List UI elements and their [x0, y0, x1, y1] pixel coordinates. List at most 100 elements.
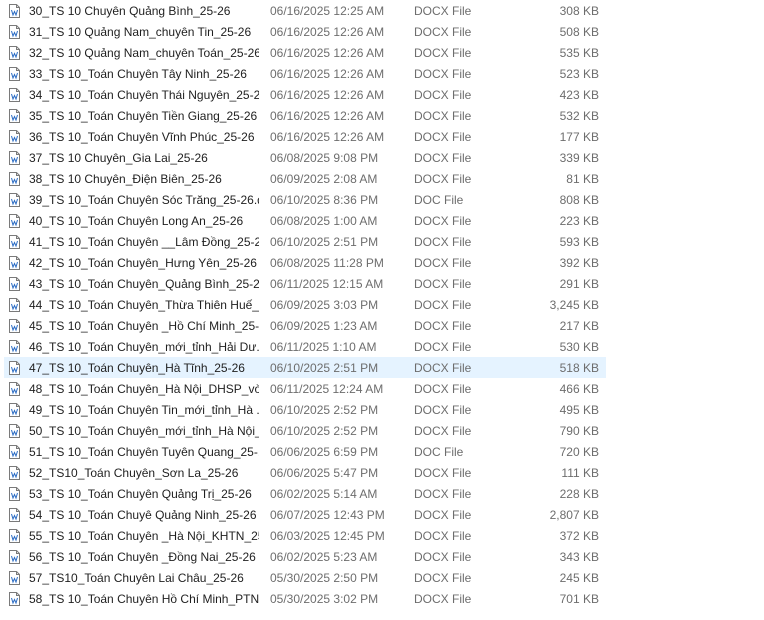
document-file-icon — [9, 592, 20, 606]
document-file-icon — [9, 130, 20, 144]
file-row[interactable]: 49_TS 10_Toán Chuyên Tin_mới_tỉnh_Hà ...… — [4, 399, 606, 420]
file-row[interactable]: 46_TS 10_Toán Chuyên_mới_tỉnh_Hải Dư... … — [4, 336, 606, 357]
file-name: 39_TS 10_Toán Chuyên Sóc Trăng_25-26.d..… — [29, 193, 259, 207]
file-date-modified: 06/09/2025 2:08 AM — [270, 172, 378, 186]
file-row[interactable]: 54_TS 10_Toán Chuyê Quảng Ninh_25-26 06/… — [4, 504, 606, 525]
file-name: 52_TS10_Toán Chuyên_Sơn La_25-26 — [29, 466, 239, 480]
file-row[interactable]: 37_TS 10 Chuyên_Gia Lai_25-26 06/08/2025… — [4, 147, 606, 168]
file-date-modified: 06/08/2025 11:28 PM — [270, 256, 384, 270]
file-size: 111 KB — [561, 466, 599, 480]
file-row[interactable]: 38_TS 10 Chuyên_Điện Biên_25-26 06/09/20… — [4, 168, 606, 189]
file-row[interactable]: 53_TS 10_Toán Chuyên Quảng Trị_25-26 06/… — [4, 483, 606, 504]
file-type: DOCX File — [414, 382, 472, 396]
file-row[interactable]: 45_TS 10_Toán Chuyên _Hồ Chí Minh_25-...… — [4, 315, 606, 336]
file-row[interactable]: 41_TS 10_Toán Chuyên __Lâm Đồng_25-26 06… — [4, 231, 606, 252]
file-row[interactable]: 50_TS 10_Toán Chuyên_mới_tỉnh_Hà Nội_...… — [4, 420, 606, 441]
file-row[interactable]: 44_TS 10_Toán Chuyên_Thừa Thiên Huế_2...… — [4, 294, 606, 315]
file-type: DOCX File — [414, 319, 472, 333]
file-row[interactable]: 51_TS 10_Toán Chuyên Tuyên Quang_25-... … — [4, 441, 606, 462]
file-date-modified: 06/10/2025 2:52 PM — [270, 424, 379, 438]
file-date-modified: 06/10/2025 2:52 PM — [270, 403, 379, 417]
document-file-icon — [9, 424, 20, 438]
file-row[interactable]: 36_TS 10_Toán Chuyên Vĩnh Phúc_25-26 06/… — [4, 126, 606, 147]
file-type: DOCX File — [414, 88, 472, 102]
file-name: 49_TS 10_Toán Chuyên Tin_mới_tỉnh_Hà ... — [29, 403, 259, 417]
file-type: DOCX File — [414, 571, 472, 585]
file-size: 701 KB — [559, 592, 599, 606]
document-file-icon — [9, 235, 20, 249]
file-size: 228 KB — [559, 487, 599, 501]
file-row[interactable]: 34_TS 10_Toán Chuyên Thái Nguyên_25-26 0… — [4, 84, 606, 105]
file-row[interactable]: 39_TS 10_Toán Chuyên Sóc Trăng_25-26.d..… — [4, 189, 606, 210]
file-type: DOCX File — [414, 340, 472, 354]
document-file-icon — [9, 151, 20, 165]
document-file-icon — [9, 67, 20, 81]
file-date-modified: 06/09/2025 3:03 PM — [270, 298, 379, 312]
file-row[interactable]: 32_TS 10 Quảng Nam_chuyên Toán_25-26 06/… — [4, 42, 606, 63]
file-size: 423 KB — [559, 88, 599, 102]
document-file-icon — [9, 298, 20, 312]
file-row[interactable]: 31_TS 10 Quảng Nam_chuyên Tin_25-26 06/1… — [4, 21, 606, 42]
file-type: DOCX File — [414, 424, 472, 438]
document-file-icon — [9, 109, 20, 123]
document-file-icon — [9, 508, 20, 522]
file-type: DOCX File — [414, 361, 472, 375]
file-size: 339 KB — [559, 151, 599, 165]
document-file-icon — [9, 466, 20, 480]
document-file-icon — [9, 25, 20, 39]
file-date-modified: 06/08/2025 9:08 PM — [270, 151, 379, 165]
file-name: 31_TS 10 Quảng Nam_chuyên Tin_25-26 — [29, 25, 252, 39]
file-name: 40_TS 10_Toán Chuyên Long An_25-26 — [29, 214, 244, 228]
file-row[interactable]: 55_TS 10_Toán Chuyên _Hà Nội_KHTN_25... … — [4, 525, 606, 546]
file-date-modified: 06/10/2025 8:36 PM — [270, 193, 379, 207]
file-row[interactable]: 48_TS 10_Toán Chuyên_Hà Nội_DHSP_vò... 0… — [4, 378, 606, 399]
file-size: 343 KB — [559, 550, 599, 564]
file-type: DOC File — [414, 193, 464, 207]
file-row[interactable]: 47_TS 10_Toán Chuyên_Hà Tĩnh_25-26 06/10… — [4, 357, 606, 378]
document-file-icon — [9, 550, 20, 564]
file-name: 42_TS 10_Toán Chuyên_Hưng Yên_25-26 — [29, 256, 257, 270]
file-row[interactable]: 57_TS10_Toán Chuyên Lai Châu_25-26 05/30… — [4, 567, 606, 588]
file-size: 593 KB — [559, 235, 599, 249]
file-row[interactable]: 52_TS10_Toán Chuyên_Sơn La_25-26 06/06/2… — [4, 462, 606, 483]
file-date-modified: 06/02/2025 5:23 AM — [270, 550, 378, 564]
file-type: DOCX File — [414, 487, 472, 501]
document-file-icon — [9, 361, 20, 375]
file-row[interactable]: 42_TS 10_Toán Chuyên_Hưng Yên_25-26 06/0… — [4, 252, 606, 273]
file-name: 43_TS 10_Toán Chuyên_Quảng Bình_25-26 — [29, 277, 259, 291]
file-date-modified: 06/11/2025 12:24 AM — [270, 382, 384, 396]
file-name: 34_TS 10_Toán Chuyên Thái Nguyên_25-26 — [29, 88, 259, 102]
file-name: 47_TS 10_Toán Chuyên_Hà Tĩnh_25-26 — [29, 361, 245, 375]
file-row[interactable]: 58_TS 10_Toán Chuyên Hồ Chí Minh_PTN... … — [4, 588, 606, 609]
file-size: 720 KB — [559, 445, 599, 459]
document-file-icon — [9, 319, 20, 333]
file-row[interactable]: 56_TS 10_Toán Chuyên _Đồng Nai_25-26 06/… — [4, 546, 606, 567]
file-size: 217 KB — [559, 319, 599, 333]
file-row[interactable]: 40_TS 10_Toán Chuyên Long An_25-26 06/08… — [4, 210, 606, 231]
file-size: 81 KB — [566, 172, 599, 186]
file-type: DOCX File — [414, 172, 472, 186]
file-size: 535 KB — [559, 46, 599, 60]
document-file-icon — [9, 571, 20, 585]
file-row[interactable]: 43_TS 10_Toán Chuyên_Quảng Bình_25-26 06… — [4, 273, 606, 294]
file-date-modified: 06/16/2025 12:26 AM — [270, 130, 385, 144]
file-date-modified: 06/10/2025 2:51 PM — [270, 361, 379, 375]
file-size: 495 KB — [559, 403, 599, 417]
file-size: 372 KB — [559, 529, 599, 543]
file-size: 523 KB — [559, 67, 599, 81]
file-type: DOCX File — [414, 298, 472, 312]
file-row[interactable]: 30_TS 10 Chuyên Quảng Bình_25-26 06/16/2… — [4, 0, 606, 21]
file-row[interactable]: 35_TS 10_Toán Chuyên Tiền Giang_25-26 06… — [4, 105, 606, 126]
file-row[interactable]: 33_TS 10_Toán Chuyên Tây Ninh_25-26 06/1… — [4, 63, 606, 84]
file-name: 54_TS 10_Toán Chuyê Quảng Ninh_25-26 — [29, 508, 257, 522]
file-type: DOCX File — [414, 508, 472, 522]
file-type: DOCX File — [414, 256, 472, 270]
document-file-icon — [9, 4, 20, 18]
document-file-icon — [9, 193, 20, 207]
file-type: DOCX File — [414, 403, 472, 417]
file-date-modified: 06/08/2025 1:00 AM — [270, 214, 378, 228]
file-type: DOCX File — [414, 151, 472, 165]
document-file-icon — [9, 382, 20, 396]
file-type: DOCX File — [414, 235, 472, 249]
file-size: 392 KB — [559, 256, 599, 270]
